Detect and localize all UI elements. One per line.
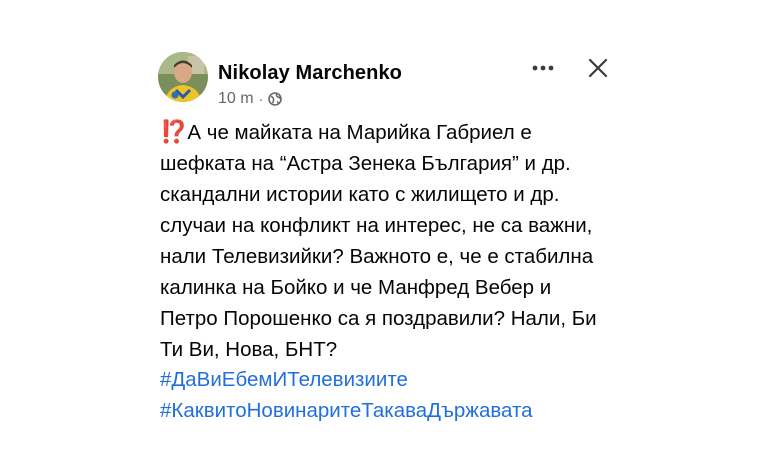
post-text-line: нали Телевизийки? Важното е, че е стабил… bbox=[160, 245, 594, 268]
exclamation-question-emoji: ⁉️ bbox=[160, 119, 187, 144]
hashtags: #ДаВиЕбемИТелевизиите #КаквитоНовинарите… bbox=[160, 364, 533, 426]
post-text-line: шефката на “Астра Зенека България” и др. bbox=[160, 152, 571, 175]
post-text-line: Ти Ви, Нова, БНТ? bbox=[160, 338, 338, 361]
author-name[interactable]: Nikolay Marchenko bbox=[218, 62, 402, 85]
post-meta: 10 m · bbox=[218, 90, 283, 108]
post-time[interactable]: 10 m bbox=[218, 90, 254, 108]
facebook-post: Nikolay Marchenko 10 m · ⁉️А че майката … bbox=[0, 0, 770, 462]
post-text: ⁉️А че майката на Марийка Габриел е шефк… bbox=[160, 116, 620, 365]
post-text-line: скандални истории като с жилището и др. bbox=[160, 183, 560, 206]
post-text-line: Петро Порошенко са я поздравили? Нали, Б… bbox=[160, 307, 597, 330]
hashtag-link[interactable]: #ДаВиЕбемИТелевизиите bbox=[160, 364, 533, 395]
avatar[interactable] bbox=[158, 52, 208, 102]
post-text-line: ⁉️А че майката на Марийка Габриел е bbox=[160, 116, 620, 148]
more-options-button[interactable] bbox=[526, 56, 560, 80]
more-dots-icon bbox=[532, 65, 554, 71]
post-text-line: случаи на конфликт на интерес, не са важ… bbox=[160, 214, 593, 237]
close-button[interactable] bbox=[583, 53, 613, 83]
meta-separator: · bbox=[258, 91, 264, 107]
post-text-line: калинка на Бойко и че Манфред Вебер и bbox=[160, 276, 552, 299]
close-icon bbox=[588, 58, 608, 78]
hashtag-link[interactable]: #КаквитоНовинаритеТакаваДържавата bbox=[160, 395, 533, 426]
globe-icon[interactable] bbox=[268, 92, 283, 106]
